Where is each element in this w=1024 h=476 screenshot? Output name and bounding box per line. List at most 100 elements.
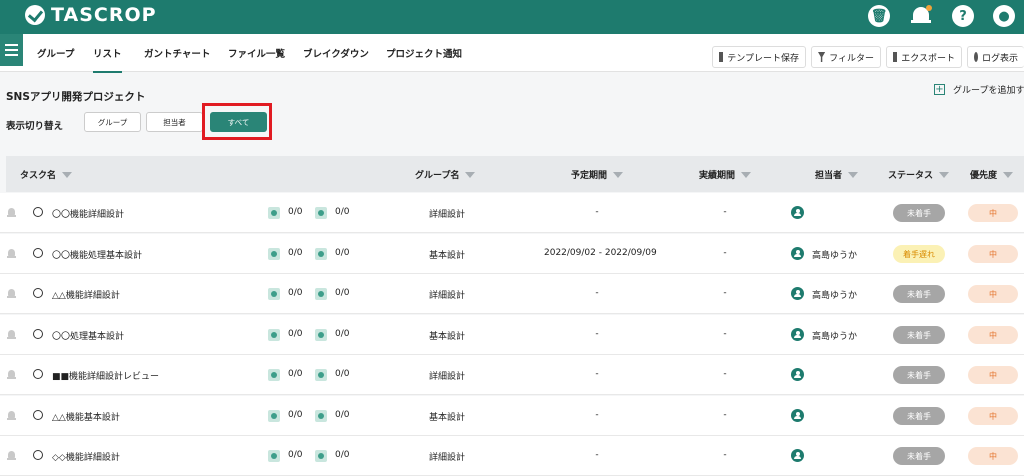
export-button[interactable]: エクスポート: [886, 46, 962, 68]
add-group-button[interactable]: + グループを追加す: [934, 83, 1024, 96]
table-row[interactable]: △△機能詳細設計 0/0 0/0 詳細設計 - - 高島ゆうか 未着手 中: [0, 274, 1024, 314]
status-badge[interactable]: 着手遅れ: [893, 245, 945, 263]
checklist-count: 0/0: [335, 288, 350, 298]
view-switch-group[interactable]: グループ: [84, 112, 141, 132]
task-name[interactable]: ◇◇機能詳細設計: [52, 450, 120, 463]
planned-period[interactable]: -: [544, 329, 650, 339]
planned-period[interactable]: -: [544, 410, 650, 420]
sort-caret-icon: [613, 171, 624, 178]
task-bell-icon[interactable]: [7, 451, 16, 460]
planned-period[interactable]: -: [544, 450, 650, 460]
table-row[interactable]: 〇〇機能詳細設計 0/0 0/0 詳細設計 - - 未着手 中: [0, 193, 1024, 233]
task-bell-icon[interactable]: [7, 289, 16, 298]
task-complete-checkbox[interactable]: [33, 450, 43, 460]
task-name[interactable]: 〇〇処理基本設計: [52, 329, 124, 342]
task-name[interactable]: ■■機能詳細設計レビュー: [52, 369, 159, 382]
priority-badge[interactable]: 中: [968, 407, 1018, 425]
col-task-name[interactable]: タスク名: [20, 168, 73, 181]
task-complete-checkbox[interactable]: [33, 329, 43, 339]
assignee-avatar-icon[interactable]: [791, 328, 804, 341]
task-name[interactable]: 〇〇機能詳細設計: [52, 207, 124, 220]
template-save-button[interactable]: テンプレート保存: [712, 46, 806, 68]
table-row[interactable]: △△機能基本設計 0/0 0/0 基本設計 - - 未着手 中: [0, 396, 1024, 436]
assignee-avatar-icon[interactable]: [791, 247, 804, 260]
log-icon: [974, 52, 978, 62]
assignee-avatar-icon[interactable]: [791, 206, 804, 219]
status-badge[interactable]: 未着手: [893, 447, 945, 465]
task-complete-checkbox[interactable]: [33, 207, 43, 217]
planned-period[interactable]: -: [544, 207, 650, 217]
filter-button[interactable]: フィルター: [811, 46, 881, 68]
assignee-avatar-icon[interactable]: [791, 409, 804, 422]
priority-badge[interactable]: 中: [968, 326, 1018, 344]
table-row[interactable]: 〇〇機能処理基本設計 0/0 0/0 基本設計 2022/09/02 - 2022/09…: [0, 234, 1024, 274]
checklist-count: 0/0: [335, 329, 350, 339]
tab-breakdown[interactable]: ブレイクダウン: [303, 46, 369, 60]
task-bell-icon[interactable]: [7, 249, 16, 258]
col-group-name[interactable]: グループ名: [415, 168, 476, 181]
view-switch-assignee[interactable]: 担当者: [146, 112, 203, 132]
actual-period: -: [723, 248, 727, 258]
status-badge[interactable]: 未着手: [893, 326, 945, 344]
tab-project-notice[interactable]: プロジェクト通知: [386, 46, 462, 60]
sort-caret-icon: [62, 171, 73, 178]
table-row[interactable]: 〇〇処理基本設計 0/0 0/0 基本設計 - - 高島ゆうか 未着手 中: [0, 315, 1024, 355]
col-assignee[interactable]: 担当者: [815, 168, 859, 181]
notification-bell-icon[interactable]: [910, 5, 932, 27]
user-icon[interactable]: ●: [993, 5, 1015, 27]
planned-period[interactable]: 2022/09/02 - 2022/09/09: [544, 248, 657, 258]
help-icon[interactable]: ?: [952, 5, 974, 27]
group-name: 基本設計: [429, 413, 466, 423]
planned-period[interactable]: -: [544, 369, 650, 379]
task-name[interactable]: 〇〇機能処理基本設計: [52, 248, 142, 261]
tab-group[interactable]: グループ: [37, 46, 74, 60]
status-badge[interactable]: 未着手: [893, 407, 945, 425]
assignee-avatar-icon[interactable]: [791, 287, 804, 300]
task-bell-icon[interactable]: [7, 411, 16, 420]
col-planned-period[interactable]: 予定期間: [571, 168, 624, 181]
actual-period: -: [723, 329, 727, 339]
task-bell-icon[interactable]: [7, 208, 16, 217]
priority-badge[interactable]: 中: [968, 245, 1018, 263]
checklist-count: 0/0: [335, 410, 350, 420]
subtask-icon: [268, 248, 280, 260]
table-row[interactable]: ◇◇機能詳細設計 0/0 0/0 詳細設計 - - 未着手 中: [0, 436, 1024, 476]
checklist-icon: [315, 207, 327, 219]
template-icon: [719, 52, 724, 62]
task-bell-icon[interactable]: [7, 370, 16, 379]
status-badge[interactable]: 未着手: [893, 204, 945, 222]
task-complete-checkbox[interactable]: [33, 288, 43, 298]
tab-gantt[interactable]: ガントチャート: [144, 46, 210, 60]
priority-badge[interactable]: 中: [968, 447, 1018, 465]
tab-files[interactable]: ファイル一覧: [228, 46, 285, 60]
trash-icon[interactable]: 🗑: [868, 5, 890, 27]
status-badge[interactable]: 未着手: [893, 366, 945, 384]
col-priority[interactable]: 優先度: [970, 168, 1014, 181]
app-logo[interactable]: TASCROP: [25, 4, 157, 26]
menu-icon[interactable]: [0, 34, 23, 66]
status-badge[interactable]: 未着手: [893, 285, 945, 303]
subtask-count: 0/0: [288, 450, 303, 460]
assignee-avatar-icon[interactable]: [791, 449, 804, 462]
subtask-count: 0/0: [288, 369, 303, 379]
group-name: 基本設計: [429, 332, 466, 342]
priority-badge[interactable]: 中: [968, 285, 1018, 303]
task-name[interactable]: △△機能詳細設計: [52, 288, 120, 301]
task-bell-icon[interactable]: [7, 330, 16, 339]
task-complete-checkbox[interactable]: [33, 248, 43, 258]
priority-badge[interactable]: 中: [968, 366, 1018, 384]
group-name: 詳細設計: [429, 372, 466, 382]
task-complete-checkbox[interactable]: [33, 410, 43, 420]
assignee-avatar-icon[interactable]: [791, 368, 804, 381]
task-name[interactable]: △△機能基本設計: [52, 410, 120, 423]
log-view-button[interactable]: ログ表示: [967, 46, 1024, 68]
planned-period[interactable]: -: [544, 288, 650, 298]
table-row[interactable]: ■■機能詳細設計レビュー 0/0 0/0 詳細設計 - - 未着手 中: [0, 355, 1024, 395]
col-actual-period[interactable]: 実績期間: [699, 168, 752, 181]
subtask-count: 0/0: [288, 329, 303, 339]
assignee-name: 高島ゆうか: [812, 251, 858, 261]
priority-badge[interactable]: 中: [968, 204, 1018, 222]
tab-list[interactable]: リスト: [93, 46, 122, 73]
col-status[interactable]: ステータス: [888, 168, 950, 181]
task-complete-checkbox[interactable]: [33, 369, 43, 379]
